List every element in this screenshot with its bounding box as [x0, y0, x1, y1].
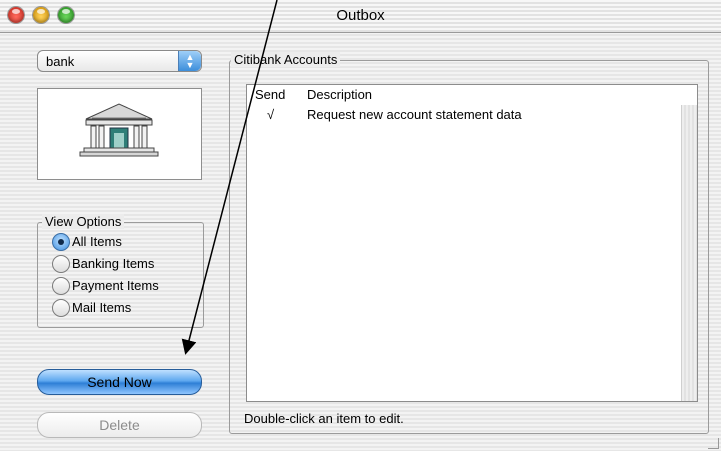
window-title: Outbox — [336, 7, 385, 24]
radio-unselected-icon[interactable] — [52, 277, 70, 295]
outbox-window: Outbox bank ▲ ▼ View Options All Items B… — [0, 0, 721, 451]
radio-payment-items-label: Payment Items — [72, 278, 159, 293]
title-bar[interactable]: Outbox — [0, 0, 721, 33]
radio-unselected-icon[interactable] — [52, 255, 70, 273]
citibank-accounts-group: Citibank Accounts Send Description √ Req… — [229, 52, 709, 434]
radio-all-items-label: All Items — [72, 234, 122, 249]
radio-selected-icon[interactable] — [52, 233, 70, 251]
table-row[interactable]: √ Request new account statement data — [247, 107, 677, 125]
edit-hint: Double-click an item to edit. — [244, 411, 404, 426]
send-checkmark[interactable]: √ — [267, 107, 274, 122]
view-options-label: View Options — [42, 214, 125, 229]
account-popup-value: bank — [46, 54, 75, 69]
row-description: Request new account statement data — [307, 107, 522, 122]
radio-mail-items-label: Mail Items — [72, 300, 132, 315]
resize-grip-icon[interactable] — [708, 438, 719, 449]
view-options-group: View Options All Items Banking Items Pay… — [37, 214, 204, 328]
outbox-table[interactable]: Send Description √ Request new account s… — [246, 84, 698, 402]
table-header: Send Description — [247, 87, 697, 103]
send-now-button[interactable]: Send Now — [37, 369, 202, 395]
bank-image — [37, 88, 202, 180]
bank-building-icon — [79, 103, 159, 157]
radio-unselected-icon[interactable] — [52, 299, 70, 317]
popup-arrows-icon: ▲ ▼ — [178, 51, 201, 71]
column-header-description[interactable]: Description — [307, 87, 372, 102]
vertical-scrollbar[interactable] — [681, 105, 697, 401]
column-header-send[interactable]: Send — [255, 87, 285, 102]
accounts-group-label: Citibank Accounts — [231, 52, 341, 67]
delete-button[interactable]: Delete — [37, 412, 202, 438]
account-popup[interactable]: bank ▲ ▼ — [37, 50, 202, 72]
radio-banking-items-label: Banking Items — [72, 256, 155, 271]
